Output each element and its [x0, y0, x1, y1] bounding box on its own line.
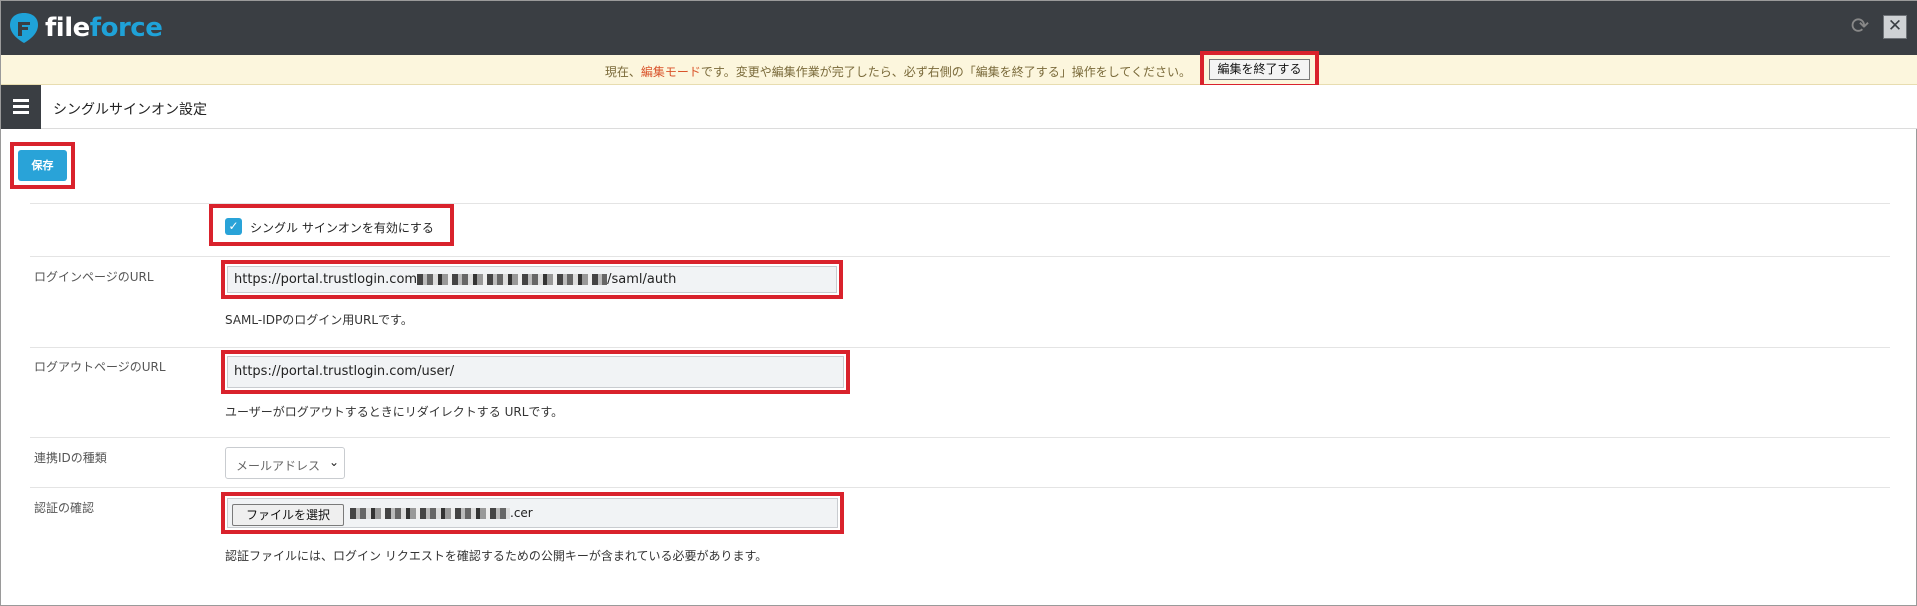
certificate-file-input[interactable]: ファイルを選択 .cer: [227, 498, 838, 528]
login-url-help: SAML-IDPのログイン用URLです。: [225, 313, 413, 327]
page-header: シングルサインオン設定: [1, 85, 1917, 129]
login-url-input[interactable]: https://portal.trustlogin.com/saml/auth: [227, 266, 837, 293]
checkmark-icon[interactable]: ✓: [225, 218, 242, 235]
login-url-highlight-box: https://portal.trustlogin.com/saml/auth: [221, 260, 843, 299]
logo-text-file: file: [45, 13, 90, 43]
choose-file-button[interactable]: ファイルを選択: [232, 504, 344, 526]
certificate-file-name: .cer: [350, 506, 533, 520]
save-button[interactable]: 保存: [18, 150, 67, 181]
fileforce-logo: fileforce: [9, 10, 163, 46]
page-title: シングルサインオン設定: [53, 102, 207, 118]
close-icon[interactable]: ✕: [1883, 15, 1907, 39]
certificate-help: 認証ファイルには、ログイン リクエストを確認するための公開キーが含まれている必要…: [225, 549, 768, 563]
id-type-select[interactable]: メールアドレス ⌄: [225, 447, 345, 479]
redacted-text: [350, 508, 510, 519]
end-edit-button[interactable]: 編集を終了する: [1209, 59, 1310, 80]
logout-url-input[interactable]: https://portal.trustlogin.com/user/: [227, 356, 844, 388]
hamburger-menu-icon[interactable]: [1, 85, 41, 129]
id-type-label: 連携IDの種類: [34, 451, 107, 465]
chevron-down-icon: ⌄: [328, 455, 339, 469]
refresh-icon[interactable]: ⟳: [1847, 14, 1873, 40]
row-divider: [30, 487, 1890, 488]
save-highlight-box: 保存: [10, 142, 75, 189]
app-window: fileforce ⟳ ✕ 現在、編集モードです。変更や編集作業が完了したら、必…: [0, 0, 1917, 606]
edit-mode-banner: 現在、編集モードです。変更や編集作業が完了したら、必ず右側の「編集を終了する」操…: [1, 55, 1917, 85]
id-type-selected: メールアドレス: [236, 459, 321, 473]
top-bar: fileforce ⟳ ✕: [1, 1, 1917, 55]
row-divider: [30, 437, 1890, 438]
row-divider: [30, 256, 1890, 257]
certificate-highlight-box: ファイルを選択 .cer: [221, 492, 844, 534]
fileforce-logo-icon: [10, 13, 38, 43]
edit-mode-message: 現在、編集モードです。変更や編集作業が完了したら、必ず右側の「編集を終了する」操…: [604, 65, 1191, 79]
certificate-label: 認証の確認: [34, 501, 95, 515]
logout-url-label: ログアウトページのURL: [34, 360, 166, 374]
end-edit-highlight-box: 編集を終了する: [1200, 51, 1319, 88]
sso-enable-label[interactable]: シングル サインオンを有効にする: [250, 219, 434, 236]
sso-enable-highlight-box: ✓ シングル サインオンを有効にする: [209, 204, 454, 246]
redacted-text: [417, 274, 608, 285]
edit-mode-highlight: 編集モード: [640, 65, 701, 79]
logo-text-force: force: [89, 13, 163, 43]
logout-url-help: ユーザーがログアウトするときにリダイレクトする URLです。: [225, 405, 564, 419]
login-url-label: ログインページのURL: [34, 270, 154, 284]
row-divider: [30, 347, 1890, 348]
logout-url-highlight-box: https://portal.trustlogin.com/user/: [221, 350, 850, 394]
